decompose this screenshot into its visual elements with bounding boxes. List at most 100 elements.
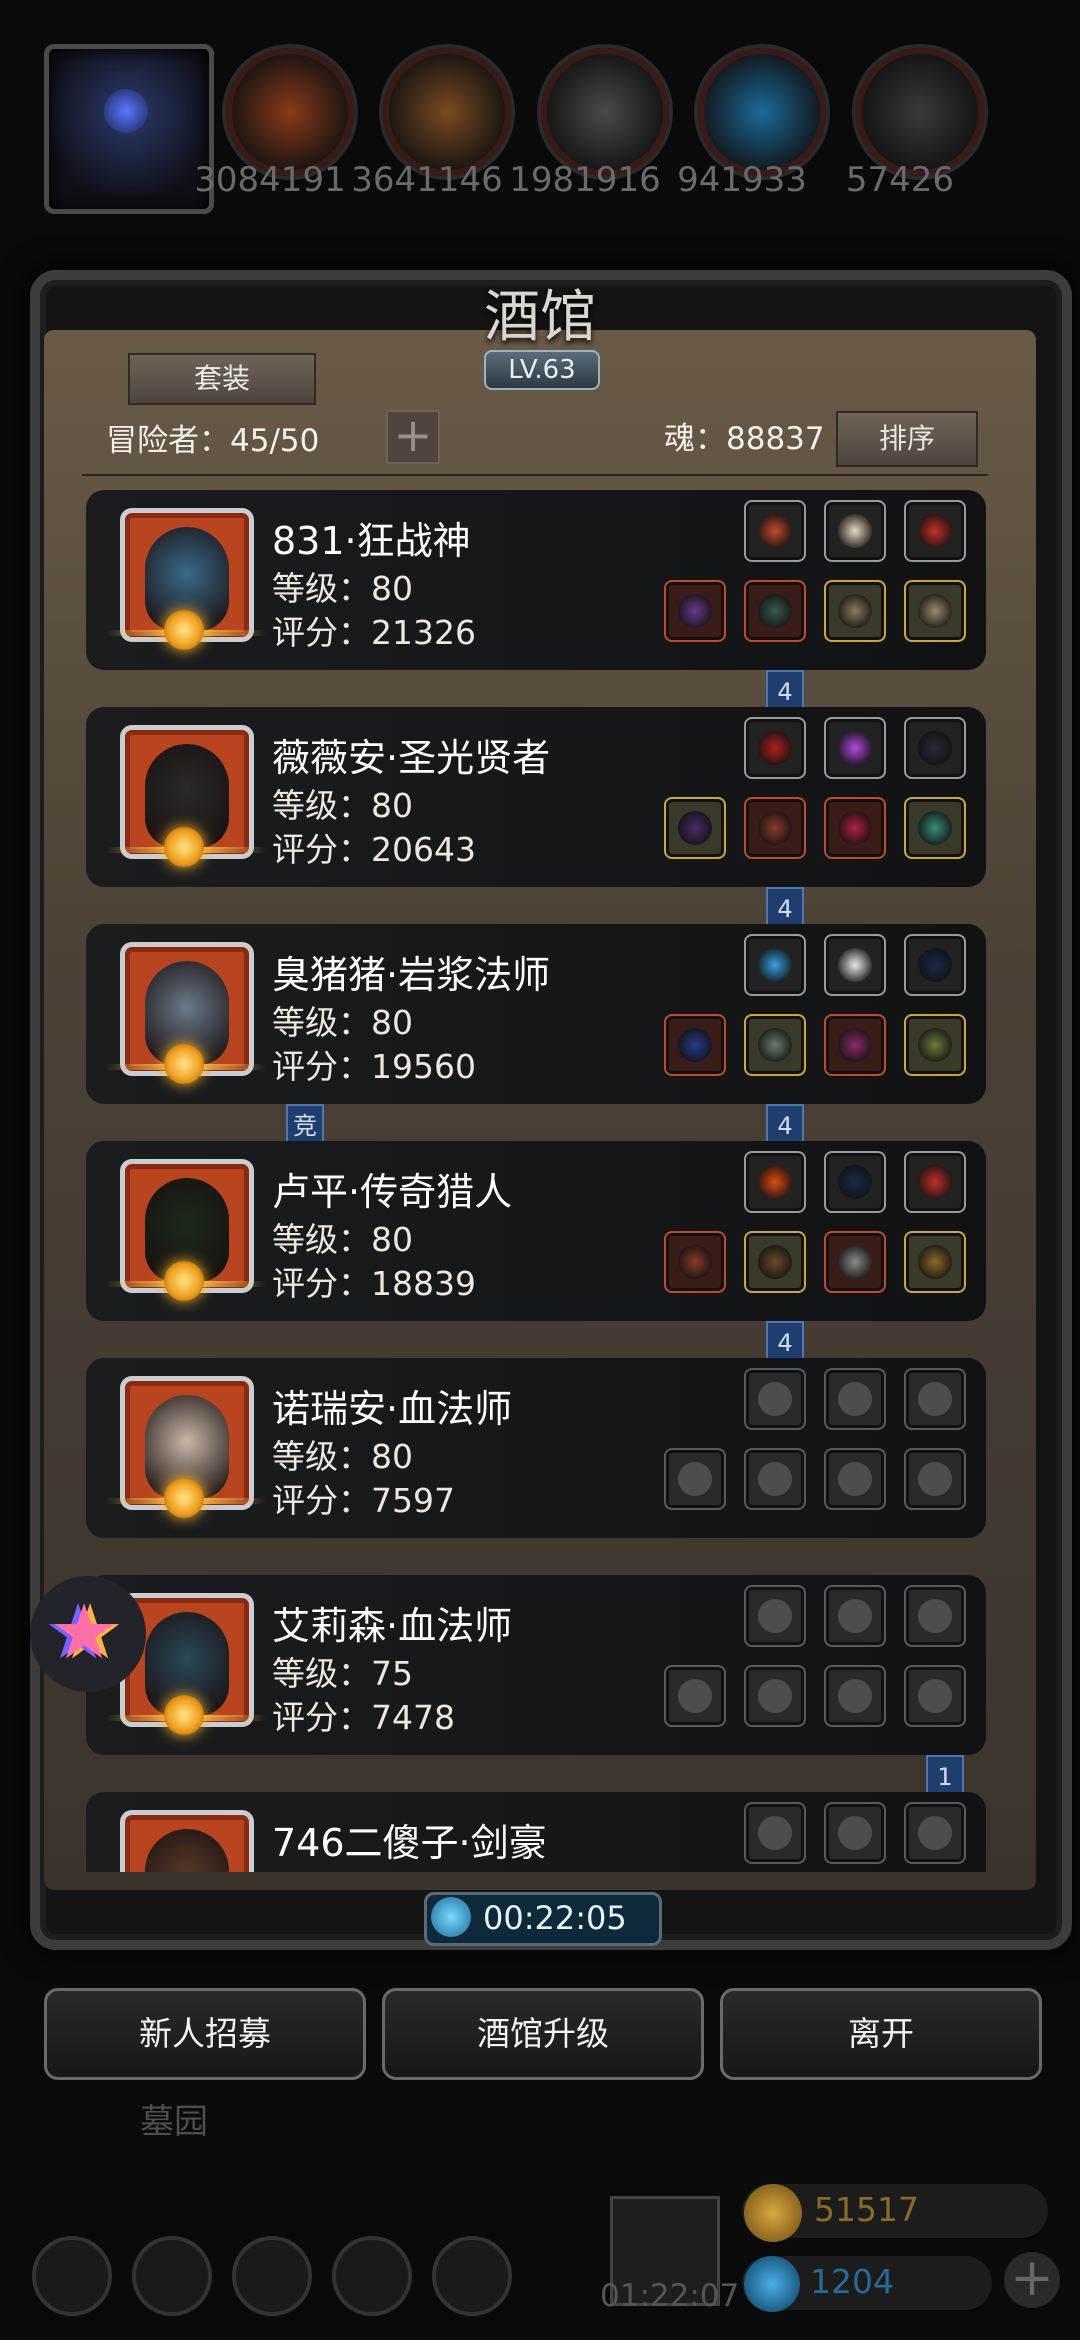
skill-slot[interactable] <box>824 1802 886 1864</box>
sort-button[interactable]: 排序 <box>836 411 978 467</box>
skill-slot[interactable] <box>824 934 886 996</box>
equipment-slot[interactable] <box>744 1014 806 1076</box>
equipment-slot[interactable] <box>824 580 886 642</box>
equipment-slot[interactable] <box>664 1448 726 1510</box>
graveyard-label[interactable]: 墓园 <box>140 2094 208 2143</box>
equipment-icon <box>838 594 872 628</box>
equipment-slot[interactable] <box>744 580 806 642</box>
hero-score: 评分：18839 <box>272 1264 476 1303</box>
resource-wood-icon[interactable] <box>383 48 511 176</box>
equipment-slot[interactable] <box>744 1231 806 1293</box>
skill-slot[interactable] <box>744 1151 806 1213</box>
tavern-upgrade-button[interactable]: 酒馆升级 <box>382 1988 704 2080</box>
equipment-icon <box>758 1679 792 1713</box>
equipment-slot[interactable] <box>664 1014 726 1076</box>
skill-slot[interactable] <box>824 500 886 562</box>
hero-name: 薇薇安·圣光贤者 <box>272 736 551 780</box>
resource-iron-icon[interactable] <box>541 48 669 176</box>
hero-score: 评分：21326 <box>272 613 476 652</box>
assistant-float-button[interactable]: ★ <box>30 1576 146 1692</box>
equipment-slot[interactable] <box>824 1014 886 1076</box>
skill-slot[interactable] <box>904 1585 966 1647</box>
header-divider <box>82 474 988 476</box>
hero-card[interactable]: 诺瑞安·血法师 等级：80 评分：7597 <box>86 1358 986 1538</box>
leave-button[interactable]: 离开 <box>720 1988 1042 2080</box>
hero-card[interactable]: 薇薇安·圣光贤者等级：80 评分：20643 <box>86 707 986 887</box>
recruit-button[interactable]: 新人招募 <box>44 1988 366 2080</box>
skill-icon <box>758 731 792 765</box>
hero-card[interactable]: 831·狂战神 等级：80 评分：21326 <box>86 490 986 670</box>
hero-list[interactable]: 831·狂战神 等级：80 评分：21326 4 薇薇安·圣光贤者 等级：80 评分：206… <box>86 490 986 1872</box>
settings-icon[interactable] <box>32 2236 112 2316</box>
equipment-slot[interactable] <box>904 1448 966 1510</box>
skill-icon <box>758 1165 792 1199</box>
skill-slot[interactable] <box>904 500 966 562</box>
hero-card[interactable]: 艾莉森·血法师 等级：75 评分：7478 <box>86 1575 986 1755</box>
skill-slot[interactable] <box>744 500 806 562</box>
hero-level: 等级：80 <box>272 786 413 825</box>
equipment-icon <box>918 1245 952 1279</box>
equipment-slot[interactable] <box>744 797 806 859</box>
equipment-slot[interactable] <box>904 1231 966 1293</box>
equipment-icon <box>758 1245 792 1279</box>
skill-slot[interactable] <box>744 1368 806 1430</box>
equipment-slot[interactable] <box>664 797 726 859</box>
equipment-slot[interactable] <box>904 797 966 859</box>
resource-crystal-amount: 941933 <box>677 160 807 200</box>
resource-wood-amount: 3641146 <box>351 160 503 200</box>
equipment-slot[interactable] <box>664 1231 726 1293</box>
equipment-icon <box>758 594 792 628</box>
equipment-icon <box>758 1028 792 1062</box>
hero-name: 卢平·传奇猎人 <box>272 1170 513 1214</box>
player-portrait[interactable] <box>44 44 214 214</box>
skill-slot[interactable] <box>744 1802 806 1864</box>
skill-icon <box>838 948 872 982</box>
equipment-slot[interactable] <box>904 1665 966 1727</box>
equipment-slot[interactable] <box>824 1231 886 1293</box>
equipment-slot[interactable] <box>744 1448 806 1510</box>
equipment-slot[interactable] <box>744 1665 806 1727</box>
hero-name: 831·狂战神 <box>272 519 471 563</box>
hero-face <box>145 1829 229 1872</box>
hero-level: 等级：80 <box>272 1003 413 1042</box>
add-currency-button[interactable]: + <box>1004 2252 1060 2308</box>
skill-slot[interactable] <box>824 1585 886 1647</box>
equipment-icon <box>758 1462 792 1496</box>
resource-steel-icon[interactable] <box>856 48 984 176</box>
resource-meat-icon[interactable] <box>226 48 354 176</box>
skill-slot[interactable] <box>904 934 966 996</box>
clock-icon <box>431 1897 471 1937</box>
add-adventurer-button[interactable]: + <box>386 410 440 464</box>
mail-icon[interactable] <box>332 2236 412 2316</box>
skill-slot[interactable] <box>744 717 806 779</box>
hero-score: 评分：19560 <box>272 1047 476 1086</box>
refresh-timer: 00:22:05 <box>424 1892 662 1946</box>
equipment-slot[interactable] <box>664 580 726 642</box>
guild-icon[interactable] <box>432 2236 512 2316</box>
skill-slot[interactable] <box>904 1802 966 1864</box>
skill-slot[interactable] <box>824 717 886 779</box>
skill-slot[interactable] <box>904 1368 966 1430</box>
resource-crystal-icon[interactable] <box>698 48 826 176</box>
skill-slot[interactable] <box>904 717 966 779</box>
skill-slot[interactable] <box>744 1585 806 1647</box>
equipment-slot[interactable] <box>904 580 966 642</box>
skill-slot[interactable] <box>744 934 806 996</box>
achievement-icon[interactable] <box>132 2236 212 2316</box>
skill-slot[interactable] <box>824 1368 886 1430</box>
equipment-slot[interactable] <box>824 1665 886 1727</box>
hero-card[interactable]: 746二傻子·剑豪等级： <box>86 1792 986 1872</box>
equipment-icon <box>678 1679 712 1713</box>
ranking-icon[interactable] <box>232 2236 312 2316</box>
equipment-slot[interactable] <box>664 1665 726 1727</box>
skill-slot[interactable] <box>904 1151 966 1213</box>
equipment-slot[interactable] <box>824 1448 886 1510</box>
set-button[interactable]: 套装 <box>128 353 316 405</box>
equipment-slot[interactable] <box>904 1014 966 1076</box>
equipment-slot[interactable] <box>824 797 886 859</box>
hero-card[interactable]: 卢平·传奇猎人 等级：80 评分：18839 <box>86 1141 986 1321</box>
hero-card[interactable]: 臭猪猪·岩浆法师 等级：80 评分：19560 <box>86 924 986 1104</box>
skill-slot[interactable] <box>824 1151 886 1213</box>
equipment-icon <box>838 1679 872 1713</box>
hero-score: 评分：20643 <box>272 830 476 869</box>
